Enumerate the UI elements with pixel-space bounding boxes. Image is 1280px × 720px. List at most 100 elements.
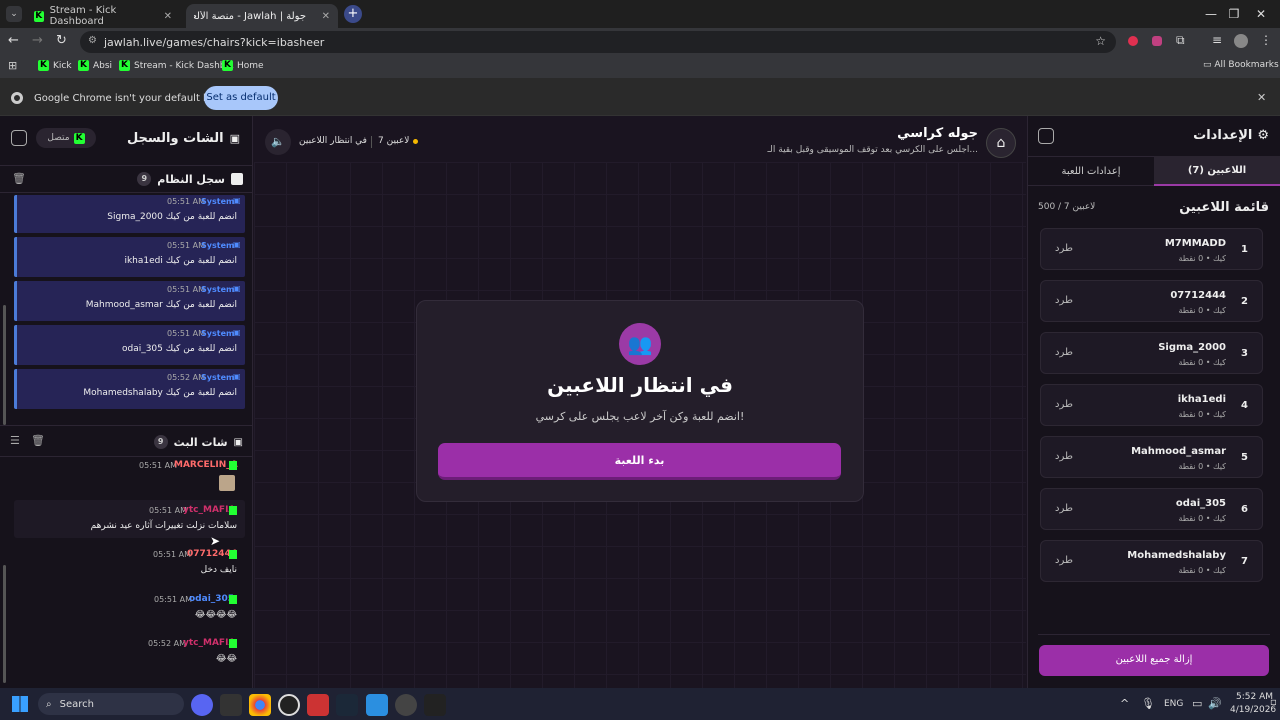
count-badge: 9: [137, 172, 152, 186]
collapse-panel-icon[interactable]: [1038, 128, 1054, 144]
close-icon[interactable]: ✕: [322, 11, 330, 22]
remove-all-players-button[interactable]: إزالة جميع اللاعبين: [1039, 645, 1269, 676]
extensions-icon[interactable]: ⧉: [1176, 33, 1185, 48]
kick-icon: K: [34, 10, 44, 22]
tab-jawlah[interactable]: جولة | Jawlah - منصة الألعاب الت... ✕: [186, 4, 338, 28]
info-icon: ▣: [233, 240, 241, 249]
all-bookmarks[interactable]: ▭ All Bookmarks: [1203, 60, 1279, 70]
clock-time[interactable]: 5:52 AM: [1236, 692, 1273, 702]
reload-icon[interactable]: ↻: [56, 33, 67, 48]
chat-message: 05:51 AM MARCELIN_A: [14, 458, 245, 494]
system-message: 05:52 AM System ▣ Mohamedshalaby انضم لل…: [14, 369, 245, 409]
kick-player-button[interactable]: طرد: [1055, 295, 1073, 306]
tab-game-settings[interactable]: إعدادات اللعبة: [1028, 156, 1154, 186]
kick-icon: K: [73, 132, 85, 144]
info-icon: ▣: [233, 372, 241, 381]
app-icon[interactable]: [307, 694, 329, 716]
kick-player-button[interactable]: طرد: [1055, 503, 1073, 514]
discord-icon[interactable]: [191, 694, 213, 716]
kick-player-button[interactable]: طرد: [1055, 243, 1073, 254]
kick-icon: K: [78, 60, 89, 71]
mouse-cursor: ➤: [210, 534, 221, 548]
set-default-button[interactable]: Set as default: [204, 86, 278, 110]
obs-icon[interactable]: [278, 694, 300, 716]
trash-icon[interactable]: 🗑: [12, 172, 26, 185]
language-indicator[interactable]: ENG: [1164, 699, 1183, 709]
players-list-title: قائمة اللاعبين: [1179, 200, 1269, 215]
kick-player-button[interactable]: طرد: [1055, 347, 1073, 358]
menu-icon[interactable]: ⋮: [1260, 33, 1272, 47]
app-icon[interactable]: [366, 694, 388, 716]
tray-chevron-icon[interactable]: ^: [1120, 697, 1129, 710]
player-card: طرد Sigma_2000 كيك • 0 نقطة 3: [1040, 332, 1263, 374]
site-info-icon[interactable]: ⚙: [88, 35, 97, 46]
extension-icon[interactable]: [1128, 36, 1138, 46]
kick-player-button[interactable]: طرد: [1055, 555, 1073, 566]
kick-badge-icon: [229, 461, 237, 470]
media-icon[interactable]: ≡: [1212, 33, 1222, 47]
bookmark-stream[interactable]: K Stream - Kick Dashb...: [119, 60, 234, 71]
profile-avatar[interactable]: [1234, 34, 1248, 48]
home-button[interactable]: ⌂: [986, 128, 1016, 158]
chat-message: 05:52 AM ytc_MAFIA 😂😂: [148, 638, 237, 664]
trash-icon[interactable]: 🗑: [31, 434, 45, 447]
bookmark-home[interactable]: K Home: [222, 60, 264, 71]
divider: [371, 136, 372, 148]
bookmark-absi[interactable]: K Absi: [78, 60, 112, 71]
kick-player-button[interactable]: طرد: [1055, 399, 1073, 410]
tab-players[interactable]: اللاعبين (7): [1154, 156, 1280, 186]
epic-games-icon[interactable]: [220, 694, 242, 716]
player-card: طرد ikha1edi كيك • 0 نقطة 4: [1040, 384, 1263, 426]
game-status: في انتظار اللاعبين: [299, 136, 367, 146]
chrome-icon[interactable]: [249, 694, 271, 716]
players-count: 7 لاعبين: [378, 136, 419, 146]
tab-kick-dashboard[interactable]: K Stream - Kick Dashboard ✕: [26, 4, 180, 28]
volume-icon[interactable]: 🔊: [1208, 697, 1222, 710]
chat-message: 05:51 AM odai_305 😂😂😂😂: [154, 594, 237, 620]
chrome-icon: [11, 92, 23, 104]
player-card: طرد Mohamedshalaby كيك • 0 نقطة 7: [1040, 540, 1263, 582]
status-dot: [413, 138, 419, 144]
kick-badge-icon: [229, 506, 237, 515]
network-icon[interactable]: ▭: [1192, 697, 1202, 710]
player-card: طرد odai_305 كيك • 0 نقطة 6: [1040, 488, 1263, 530]
bookmark-kick[interactable]: K Kick: [38, 60, 72, 71]
sound-button[interactable]: 🔈: [265, 129, 291, 155]
tab-search-button[interactable]: ⌄: [6, 6, 22, 22]
collapse-panel-icon[interactable]: [11, 130, 27, 146]
microphone-icon[interactable]: 🎙: [1141, 697, 1155, 710]
chat-panel-title: الشات والسجل ▣: [126, 131, 240, 146]
back-icon[interactable]: ←: [8, 33, 19, 48]
address-bar[interactable]: ⚙ jawlah.live/games/chairs?kick=ibasheer…: [80, 31, 1116, 53]
game-subtitle: اجلس على الكرسي بعد توقف الموسيقى وقبل ب…: [767, 145, 978, 155]
info-icon: ▣: [233, 196, 241, 205]
start-game-button[interactable]: بدء اللعبة: [438, 443, 841, 480]
apps-icon[interactable]: ⊞: [8, 59, 17, 72]
new-tab-button[interactable]: +: [344, 5, 362, 23]
window-close-icon[interactable]: ✕: [1238, 0, 1280, 28]
steam-icon[interactable]: [336, 694, 358, 716]
app-icon[interactable]: [424, 694, 446, 716]
taskbar-search[interactable]: ⌕ Search: [38, 693, 184, 715]
windows-start-icon[interactable]: [12, 696, 28, 712]
extension-icon[interactable]: [1152, 36, 1162, 46]
kick-icon: K: [119, 60, 130, 71]
close-icon[interactable]: ✕: [164, 11, 172, 22]
info-icon: ▣: [233, 284, 241, 293]
filter-icon[interactable]: ☰: [10, 434, 20, 447]
count-badge: 9: [153, 435, 168, 449]
forward-icon[interactable]: →: [32, 33, 43, 48]
live-chat-title: 9 شات البث ▣: [153, 435, 243, 449]
players-capacity: 500 / 7 لاعبين: [1038, 202, 1096, 212]
kick-badge-icon: [229, 595, 237, 604]
chat-icon: ▣: [229, 132, 240, 145]
app-icon[interactable]: [395, 694, 417, 716]
infobar-close-icon[interactable]: ✕: [1257, 91, 1266, 104]
connection-status: متصل K: [36, 128, 96, 148]
kick-icon: K: [38, 60, 49, 71]
scrollbar[interactable]: [3, 565, 6, 683]
scrollbar[interactable]: [3, 305, 6, 425]
kick-player-button[interactable]: طرد: [1055, 451, 1073, 462]
notification-icon[interactable]: ▫: [1270, 697, 1277, 708]
bookmark-star-icon[interactable]: ☆: [1095, 34, 1106, 48]
